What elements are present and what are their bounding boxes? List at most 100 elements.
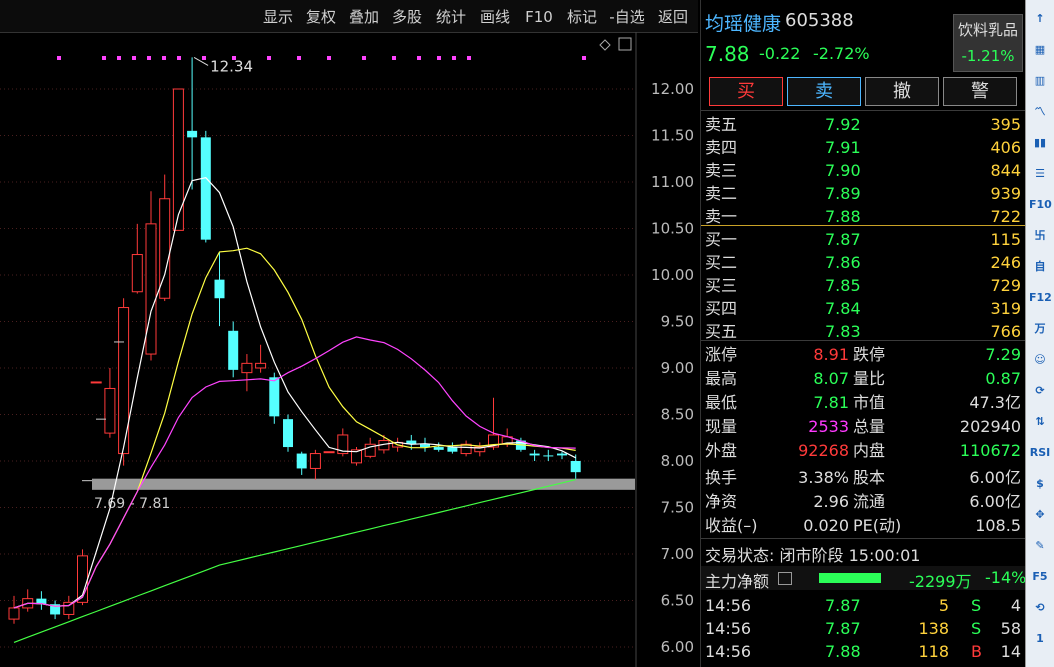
stat-label: 股本 — [853, 468, 886, 487]
side-toolbar: ↑ ▦ ▥ 〽 ▮▮ ☰ F10 卐自 F12 万 ☺ ⟳ ⇅ RSI $ ✥ ✎ F5 ⟲ 1 — [1025, 0, 1054, 667]
buy-level-row[interactable]: 买三 7.85 729 — [701, 274, 1025, 297]
price-tick-label: 11.50 — [651, 127, 694, 145]
buy-level-row[interactable]: 买四 7.84 319 — [701, 297, 1025, 320]
stat-value: 2533 — [808, 417, 849, 436]
side-tool-icon[interactable]: ▮▮ — [1029, 132, 1051, 154]
tick-row: 14:56 7.88 118 B 14 — [701, 640, 1025, 663]
side-tool-icon[interactable]: ⟲ — [1029, 597, 1051, 619]
price-tick-label: 7.50 — [661, 499, 694, 517]
tick-volume: 5 — [938, 596, 949, 615]
side-tool-icon[interactable]: ⟳ — [1029, 380, 1051, 402]
tick-volume: 118 — [918, 642, 949, 661]
tick-row: 14:56 7.87 5 S 4 — [701, 594, 1025, 617]
toolbar-adjust-button[interactable]: 复权 — [301, 6, 341, 28]
level-price: 7.85 — [825, 276, 861, 295]
industry-name: 饮料乳品 — [957, 21, 1018, 39]
candle-body — [104, 387, 116, 434]
candle-body — [241, 362, 253, 374]
stock-code: 605388 — [785, 10, 854, 31]
side-tool-icon[interactable]: 1 — [1029, 628, 1051, 650]
level-label: 买一 — [705, 230, 738, 249]
stat-value: 108.5 — [975, 516, 1021, 535]
side-tool-icon[interactable]: ⇅ — [1029, 411, 1051, 433]
buy-button[interactable]: 买 — [709, 77, 783, 106]
level-label: 买二 — [705, 253, 738, 272]
level-volume: 115 — [990, 230, 1021, 249]
side-tool-icon[interactable]: ✎ — [1029, 535, 1051, 557]
sell-level-row[interactable]: 卖三 7.90 844 — [701, 159, 1025, 182]
toolbar-f10-button[interactable]: F10 — [519, 6, 559, 28]
sell-level-row[interactable]: 卖二 7.89 939 — [701, 182, 1025, 205]
side-tool-icon[interactable]: ☺ — [1029, 349, 1051, 371]
side-tool-icon[interactable]: 万 — [1029, 318, 1051, 340]
buy-level-row[interactable]: 买一 7.87 115 — [701, 228, 1025, 251]
signal-dot — [392, 56, 396, 60]
sell-level-row[interactable]: 卖五 7.92 395 — [701, 113, 1025, 136]
candle-body — [557, 453, 567, 456]
toolbar-back-button[interactable]: 返回 — [653, 6, 693, 28]
stat-value: 110672 — [959, 441, 1021, 460]
sell-level-row[interactable]: 卖四 7.91 406 — [701, 136, 1025, 159]
list-icon[interactable] — [778, 572, 792, 585]
main-flow-label: 主力净额 — [705, 572, 770, 591]
stat-value: 7.81 — [813, 393, 849, 412]
level-label: 卖五 — [705, 115, 738, 134]
price-tick-label: 9.00 — [661, 359, 694, 377]
cancel-order-button[interactable]: 撤 — [865, 77, 939, 106]
stock-name[interactable]: 均瑶健康 — [705, 9, 781, 36]
toolbar-watchlist-button[interactable]: -自选 — [605, 6, 649, 28]
trade-status-label: 交易状态: — [705, 546, 775, 565]
tick-price: 7.87 — [825, 596, 861, 615]
side-tool-icon[interactable]: F12 — [1029, 287, 1052, 309]
candle-body — [214, 279, 225, 299]
stat-label: 涨停 — [705, 345, 738, 364]
kline-chart[interactable]: 12.00 11.50 11.00 10.50 10.00 9.50 9.00 8.50 8.0… — [0, 32, 698, 667]
signal-dot — [582, 56, 586, 60]
support-band — [92, 478, 635, 490]
quote-panel: 均瑶健康 605388 饮料乳品 -1.21% 7.88 -0.22 -2.72… — [700, 0, 1027, 667]
industry-box[interactable]: 饮料乳品 -1.21% — [953, 14, 1023, 72]
main-flow-row[interactable]: 主力净额 -2299万 -14% — [701, 566, 1027, 591]
alert-button[interactable]: 警 — [943, 77, 1017, 106]
toolbar-display-button[interactable]: 显示 — [258, 6, 298, 28]
side-tool-icon[interactable]: 〽 — [1029, 101, 1051, 123]
signal-dot — [57, 56, 61, 60]
window-icon — [618, 37, 632, 51]
level-label: 买三 — [705, 276, 738, 295]
stat-row: 收益(–) 0.020 PE(动) 108.5 — [701, 514, 1025, 537]
side-tool-icon[interactable]: 卐 — [1029, 225, 1051, 247]
side-tool-icon[interactable]: ▥ — [1029, 70, 1051, 92]
candle-body — [172, 88, 184, 231]
buy-level-row[interactable]: 买二 7.86 246 — [701, 251, 1025, 274]
side-tool-icon[interactable]: ✥ — [1029, 504, 1051, 526]
tick-time: 14:56 — [705, 619, 752, 638]
side-tool-icon[interactable]: 自 — [1029, 256, 1051, 278]
side-tool-icon[interactable]: $ — [1029, 473, 1051, 495]
toolbar-stats-button[interactable]: 统计 — [431, 6, 471, 28]
stat-row: 外盘 92268 内盘 110672 — [701, 439, 1025, 462]
signal-dot — [132, 56, 136, 60]
side-tool-icon[interactable]: F5 — [1029, 566, 1051, 588]
level-price: 7.90 — [825, 161, 861, 180]
stat-label: 外盘 — [705, 441, 738, 460]
main-flow-pct: -14% — [985, 568, 1027, 587]
candle-body — [255, 362, 267, 369]
toolbar-mark-button[interactable]: 标记 — [562, 6, 602, 28]
side-tool-icon[interactable]: F10 — [1029, 194, 1052, 216]
side-tool-icon[interactable]: RSI — [1029, 442, 1051, 464]
side-tool-icon[interactable]: ☰ — [1029, 163, 1051, 185]
toolbar-draw-button[interactable]: 画线 — [475, 6, 515, 28]
candle-body — [543, 455, 554, 457]
stat-row: 最高 8.07 量比 0.87 — [701, 367, 1025, 390]
side-tool-icon[interactable]: ↑ — [1029, 8, 1051, 30]
toolbar-overlay-button[interactable]: 叠加 — [344, 6, 384, 28]
price-tick-label: 6.00 — [661, 638, 694, 656]
side-tool-icon[interactable]: ▦ — [1029, 39, 1051, 61]
sell-button[interactable]: 卖 — [787, 77, 861, 106]
price-change-pct: -2.72% — [813, 44, 870, 63]
toolbar-multistock-button[interactable]: 多股 — [387, 6, 427, 28]
chart-toolbar: 显示 复权 叠加 多股 统计 画线 F10 标记 -自选 返回 — [0, 0, 698, 33]
divider — [701, 340, 1025, 341]
stat-value: 8.91 — [813, 345, 849, 364]
candle-body — [63, 601, 75, 615]
